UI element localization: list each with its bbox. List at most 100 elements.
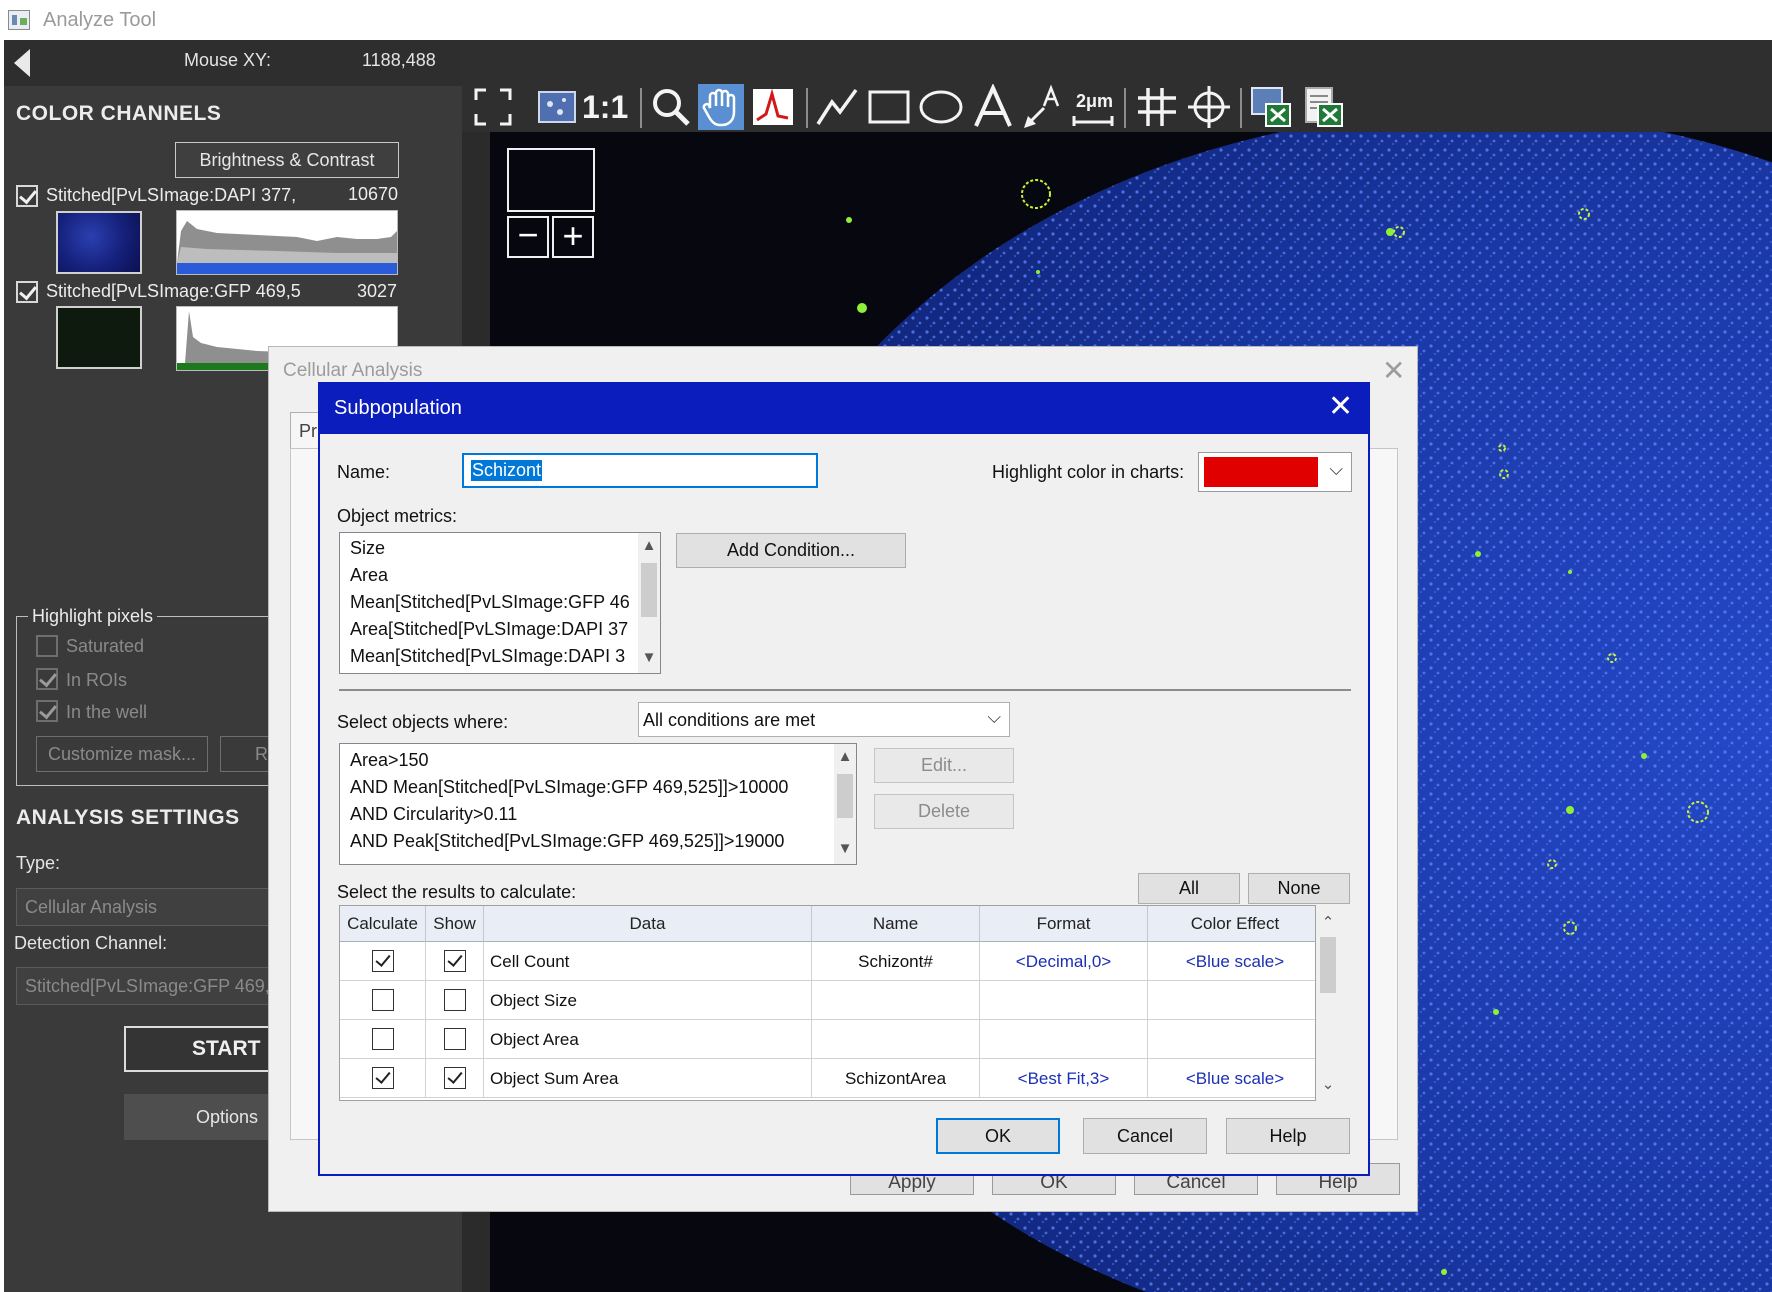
text-tool-icon[interactable]: [970, 83, 1016, 130]
calculate-checkbox[interactable]: [372, 1067, 394, 1089]
channel-dapi-histogram[interactable]: [176, 210, 398, 275]
cancel-button[interactable]: Cancel: [1083, 1118, 1207, 1154]
list-item[interactable]: AND Circularity>0.11: [350, 804, 517, 825]
export-data-excel-icon[interactable]: [1300, 84, 1346, 130]
detection-channel-field[interactable]: Stitched[PvLSImage:GFP 469,: [16, 967, 276, 1005]
scale-bar-icon[interactable]: 2μm: [1070, 84, 1116, 130]
delete-button[interactable]: Delete: [874, 794, 1014, 829]
list-item[interactable]: Area: [350, 565, 388, 586]
select-all-button[interactable]: All: [1138, 873, 1240, 904]
arrow-annotation-icon[interactable]: [1020, 84, 1066, 130]
pan-hand-icon[interactable]: [698, 84, 744, 130]
actual-size-button[interactable]: 1:1: [582, 84, 628, 130]
column-header-name[interactable]: Name: [812, 906, 980, 942]
conditions-list[interactable]: Area>150 AND Mean[Stitched[PvLSImage:GFP…: [339, 743, 857, 865]
export-image-excel-icon[interactable]: [1248, 84, 1294, 130]
format-cell[interactable]: <Best Fit,3>: [980, 1059, 1148, 1098]
name-cell[interactable]: Schizont#: [812, 942, 980, 981]
zoom-navigator-box[interactable]: [507, 148, 595, 212]
list-item[interactable]: Size: [350, 538, 385, 559]
highlight-color-dropdown[interactable]: ⌵: [1198, 452, 1352, 492]
in-rois-checkbox[interactable]: [36, 668, 58, 690]
name-cell[interactable]: SchizontArea: [812, 1059, 980, 1098]
data-cell[interactable]: Object Size: [484, 981, 812, 1020]
subpopulation-close-icon[interactable]: ✕: [1328, 389, 1353, 424]
scroll-down-icon[interactable]: ⌄: [1319, 1075, 1337, 1093]
results-grid-scrollbar[interactable]: ⌃ ⌄: [1316, 905, 1340, 1101]
scroll-down-icon[interactable]: ▼: [640, 649, 658, 666]
crosshair-icon[interactable]: [1186, 84, 1232, 130]
calculate-checkbox[interactable]: [372, 950, 394, 972]
condition-mode-select[interactable]: All conditions are met ⌵: [638, 702, 1010, 737]
scroll-thumb[interactable]: [1320, 937, 1336, 993]
color-effect-cell[interactable]: <Blue scale>: [1148, 942, 1315, 981]
scroll-up-icon[interactable]: ⌃: [1319, 913, 1337, 931]
data-cell[interactable]: Object Sum Area: [484, 1059, 812, 1098]
object-metrics-scrollbar[interactable]: ▲ ▼: [638, 533, 660, 673]
format-cell[interactable]: [980, 1020, 1148, 1059]
image-overview-icon[interactable]: [534, 84, 580, 130]
polyline-tool-icon[interactable]: [814, 84, 860, 130]
histogram-icon[interactable]: [750, 84, 796, 130]
saturated-checkbox[interactable]: [36, 635, 58, 657]
rectangle-tool-icon[interactable]: [866, 84, 912, 130]
list-item[interactable]: Area[Stitched[PvLSImage:DAPI 37: [350, 619, 628, 640]
edit-button[interactable]: Edit...: [874, 748, 1014, 783]
channel-dapi-checkbox[interactable]: [16, 185, 38, 207]
data-cell[interactable]: Cell Count: [484, 942, 812, 981]
ok-button[interactable]: OK: [936, 1118, 1060, 1154]
data-cell[interactable]: Object Area: [484, 1020, 812, 1059]
format-cell[interactable]: <Decimal,0>: [980, 942, 1148, 981]
show-checkbox[interactable]: [444, 989, 466, 1011]
list-item[interactable]: Area>150: [350, 750, 429, 771]
grid-icon[interactable]: [1134, 84, 1180, 130]
list-item[interactable]: AND Peak[Stitched[PvLSImage:GFP 469,525]…: [350, 831, 784, 852]
channel-dapi-thumbnail[interactable]: [56, 211, 142, 274]
name-cell[interactable]: [812, 981, 980, 1020]
add-condition-button[interactable]: Add Condition...: [676, 533, 906, 568]
color-effect-cell[interactable]: [1148, 1020, 1315, 1059]
name-input[interactable]: Schizont: [462, 453, 818, 488]
show-checkbox[interactable]: [444, 950, 466, 972]
color-effect-cell[interactable]: [1148, 981, 1315, 1020]
scroll-up-icon[interactable]: ▲: [640, 537, 658, 554]
column-header-data[interactable]: Data: [484, 906, 812, 942]
scroll-down-icon[interactable]: ▼: [836, 840, 854, 857]
scroll-thumb[interactable]: [641, 563, 657, 617]
fit-to-window-icon[interactable]: [470, 84, 516, 130]
scroll-up-icon[interactable]: ▲: [836, 748, 854, 765]
column-header-show[interactable]: Show: [426, 906, 484, 942]
format-cell[interactable]: [980, 981, 1148, 1020]
in-the-well-checkbox[interactable]: [36, 700, 58, 722]
scroll-thumb[interactable]: [837, 774, 853, 818]
conditions-scrollbar[interactable]: ▲ ▼: [834, 744, 856, 864]
cellular-analysis-tab[interactable]: Pr: [290, 412, 320, 448]
color-effect-cell[interactable]: <Blue scale>: [1148, 1059, 1315, 1098]
cellular-analysis-close-icon[interactable]: ✕: [1382, 354, 1405, 387]
column-header-calculate[interactable]: Calculate: [340, 906, 426, 942]
type-field[interactable]: Cellular Analysis: [16, 888, 276, 926]
zoom-in-button[interactable]: +: [552, 216, 594, 258]
results-grid[interactable]: Calculate Show Data Name Format Color Ef…: [339, 905, 1316, 1101]
show-checkbox[interactable]: [444, 1028, 466, 1050]
zoom-out-button[interactable]: −: [507, 216, 549, 258]
zoom-icon[interactable]: [648, 84, 694, 130]
help-button[interactable]: Help: [1226, 1118, 1350, 1154]
channel-gfp-thumbnail[interactable]: [56, 306, 142, 369]
channel-gfp-checkbox[interactable]: [16, 281, 38, 303]
show-checkbox[interactable]: [444, 1067, 466, 1089]
object-metrics-list[interactable]: Size Area Mean[Stitched[PvLSImage:GFP 46…: [339, 532, 661, 674]
list-item[interactable]: Mean[Stitched[PvLSImage:GFP 46: [350, 592, 630, 613]
brightness-contrast-button[interactable]: Brightness & Contrast: [175, 142, 399, 178]
column-header-color-effect[interactable]: Color Effect: [1148, 906, 1315, 942]
list-item[interactable]: Mean[Stitched[PvLSImage:DAPI 3: [350, 646, 625, 667]
select-none-button[interactable]: None: [1248, 873, 1350, 904]
name-cell[interactable]: [812, 1020, 980, 1059]
back-arrow-icon[interactable]: [14, 49, 30, 77]
calculate-checkbox[interactable]: [372, 1028, 394, 1050]
list-item[interactable]: AND Mean[Stitched[PvLSImage:GFP 469,525]…: [350, 777, 788, 798]
ellipse-tool-icon[interactable]: [918, 84, 964, 130]
customize-mask-button[interactable]: Customize mask...: [36, 736, 208, 772]
calculate-checkbox[interactable]: [372, 989, 394, 1011]
column-header-format[interactable]: Format: [980, 906, 1148, 942]
